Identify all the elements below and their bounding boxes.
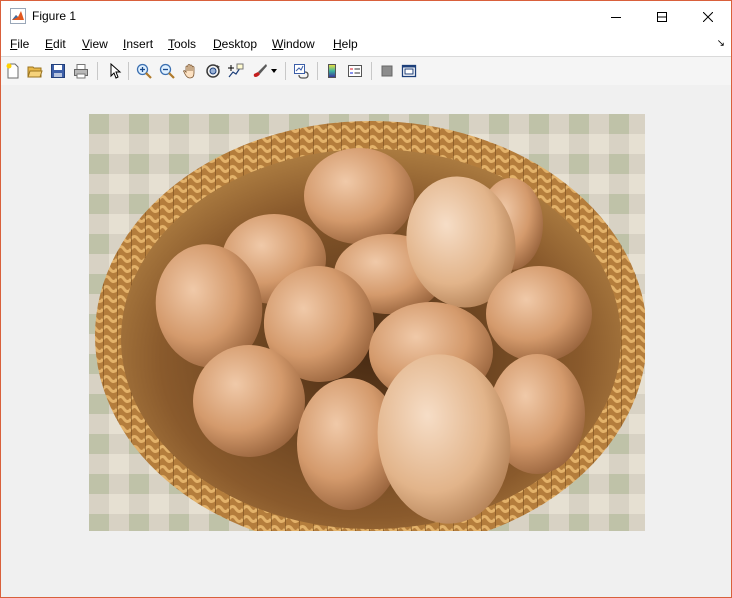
brush-icon [253,64,267,77]
insert-colorbar-button[interactable] [322,61,342,81]
rotate-3d-icon [206,64,220,78]
menu-file[interactable]: File [10,37,29,51]
close-icon [703,11,713,22]
save-icon [51,64,65,78]
maximize-icon [657,11,667,22]
new-figure-button[interactable] [3,61,23,81]
pan-button[interactable] [180,61,200,81]
minimize-icon [611,16,621,18]
close-window-button[interactable] [685,1,731,32]
zoom-in-button[interactable] [134,61,154,81]
open-file-button[interactable] [25,61,45,81]
eggs-in-basket-image [89,114,645,531]
show-plot-tools-button[interactable] [399,61,419,81]
print-icon [74,64,88,79]
chevron-down-icon [271,69,277,73]
link-plot-icon [294,64,309,79]
matlab-icon [10,8,26,24]
menu-tools[interactable]: Tools [168,37,196,51]
menu-bar: File Edit View Insert Tools Desktop Wind… [1,32,731,56]
menu-view[interactable]: View [82,37,108,51]
toolbar-separator [97,62,98,80]
insert-legend-icon [348,65,362,77]
insert-legend-button[interactable] [345,61,365,81]
brush-dropdown-button[interactable] [268,61,280,81]
figure-window: Figure 1 File Edit View Insert Tools Des… [0,0,732,598]
print-button[interactable] [71,61,91,81]
hide-plot-tools-icon [381,65,393,77]
menu-desktop[interactable]: Desktop [213,37,257,51]
menu-window[interactable]: Window [272,37,315,51]
zoom-in-icon [136,63,152,79]
pan-icon [183,64,195,79]
data-cursor-icon [228,63,244,78]
menu-help[interactable]: Help [333,37,358,51]
menu-insert[interactable]: Insert [123,37,153,51]
zoom-out-button[interactable] [157,61,177,81]
edit-plot-button[interactable] [104,61,124,81]
open-file-icon [27,66,43,78]
save-button[interactable] [48,61,68,81]
brush-button[interactable] [250,61,270,81]
window-title: Figure 1 [32,9,77,23]
maximize-window-button[interactable] [639,1,685,32]
link-plot-button[interactable] [291,61,311,81]
data-cursor-button[interactable] [226,61,246,81]
figure-canvas [1,85,731,597]
menu-edit[interactable]: Edit [45,37,66,51]
show-plot-tools-icon [401,64,417,78]
insert-colorbar-icon [328,64,336,78]
figure-toolbar [1,56,731,86]
toolbar-separator [285,62,286,80]
toolbar-separator [371,62,372,80]
hide-plot-tools-button[interactable] [377,61,397,81]
zoom-out-icon [159,63,175,79]
edit-plot-icon [110,63,122,79]
new-figure-icon [6,63,19,79]
toolbar-separator [317,62,318,80]
toolbar-separator [128,62,129,80]
rotate-3d-button[interactable] [203,61,223,81]
minimize-window-button[interactable] [593,1,639,32]
dock-figure-icon[interactable]: ↘ [717,38,725,49]
